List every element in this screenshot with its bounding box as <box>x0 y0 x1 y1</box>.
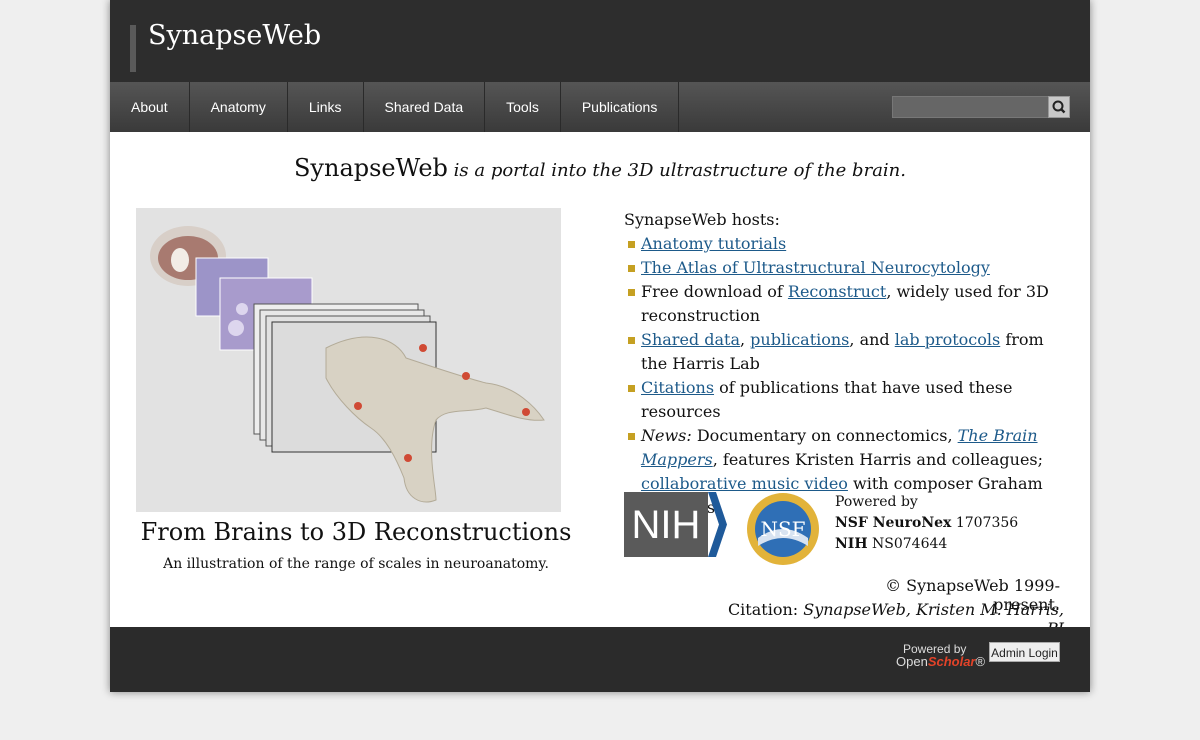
nih-logo[interactable]: NIH <box>624 492 727 557</box>
text: Free download of <box>641 282 788 301</box>
text: , <box>740 330 751 349</box>
text: , features Kristen Harris and colleagues… <box>712 450 1044 469</box>
hosts-list-section: SynapseWeb hosts: Anatomy tutorials The … <box>624 208 1064 520</box>
figure-title: From Brains to 3D Reconstructions <box>140 518 572 546</box>
link-anatomy-tutorials[interactable]: Anatomy tutorials <box>641 234 786 253</box>
link-reconstruct[interactable]: Reconstruct <box>788 282 886 301</box>
hosts-intro: SynapseWeb hosts: <box>624 210 780 229</box>
link-atlas[interactable]: The Atlas of Ultrastructural Neurocytolo… <box>641 258 990 277</box>
site-footer: Powered by OpenScholar® Admin Login <box>110 627 1090 692</box>
nav-item-about[interactable]: About <box>110 82 190 132</box>
list-item: Citations of publications that have used… <box>624 376 1064 424</box>
nav-item-anatomy[interactable]: Anatomy <box>190 82 288 132</box>
search-box <box>892 96 1070 118</box>
page-container: SynapseWeb About Anatomy Links Shared Da… <box>110 0 1090 692</box>
text: , and <box>849 330 895 349</box>
news-label: News: <box>641 426 692 445</box>
svg-text:NSF: NSF <box>760 517 805 541</box>
funding-logos: NIH NSF Powered by NSF NeuroNex 1707356 … <box>624 490 1084 570</box>
brain-scales-illustration <box>136 208 561 512</box>
link-citations[interactable]: Citations <box>641 378 714 397</box>
search-button[interactable] <box>1048 96 1070 118</box>
tagline-site-name: SynapseWeb <box>293 154 448 182</box>
site-title[interactable]: SynapseWeb <box>148 20 321 51</box>
nav-item-publications[interactable]: Publications <box>561 82 680 132</box>
link-lab-protocols[interactable]: lab protocols <box>895 330 1001 349</box>
list-item: Free download of Reconstruct, widely use… <box>624 280 1064 328</box>
grant-nih: NIH NS074644 <box>835 536 948 552</box>
site-header: SynapseWeb <box>110 0 1090 82</box>
svg-text:NIH: NIH <box>632 503 701 547</box>
bullet <box>628 241 635 248</box>
list-item: Shared data, publications, and lab proto… <box>624 328 1064 376</box>
bullet <box>628 433 635 440</box>
bullet <box>628 385 635 392</box>
nav-item-tools[interactable]: Tools <box>485 82 561 132</box>
title-accent-bar <box>130 25 136 72</box>
nav-item-links[interactable]: Links <box>288 82 364 132</box>
tagline-text: is a portal into the 3D ultrastructure o… <box>447 160 906 181</box>
tagline: SynapseWeb is a portal into the 3D ultra… <box>110 154 1090 182</box>
link-shared-data[interactable]: Shared data <box>641 330 740 349</box>
list-item: Anatomy tutorials <box>624 232 1064 256</box>
nsf-logo[interactable]: NSF <box>744 490 822 568</box>
openscholar-name: OpenScholar® <box>896 654 986 669</box>
bullet <box>628 289 635 296</box>
powered-by-label: Powered by <box>835 494 918 510</box>
link-publications[interactable]: publications <box>750 330 849 349</box>
search-input[interactable] <box>892 96 1050 118</box>
text: Documentary on connectomics, <box>691 426 958 445</box>
grant-nsf: NSF NeuroNex 1707356 <box>835 515 1019 531</box>
bullet <box>628 265 635 272</box>
admin-login-button[interactable]: Admin Login <box>989 642 1060 662</box>
search-icon <box>1052 100 1066 114</box>
main-nav: About Anatomy Links Shared Data Tools Pu… <box>110 82 1090 132</box>
bullet <box>628 337 635 344</box>
powered-by-block: Powered by NSF NeuroNex 1707356 NIH NS07… <box>835 492 1018 555</box>
list-item: The Atlas of Ultrastructural Neurocytolo… <box>624 256 1064 280</box>
openscholar-logo[interactable]: Powered by OpenScholar® <box>896 641 986 671</box>
nav-item-shared-data[interactable]: Shared Data <box>364 82 486 132</box>
figure-caption: An illustration of the range of scales i… <box>163 556 549 572</box>
